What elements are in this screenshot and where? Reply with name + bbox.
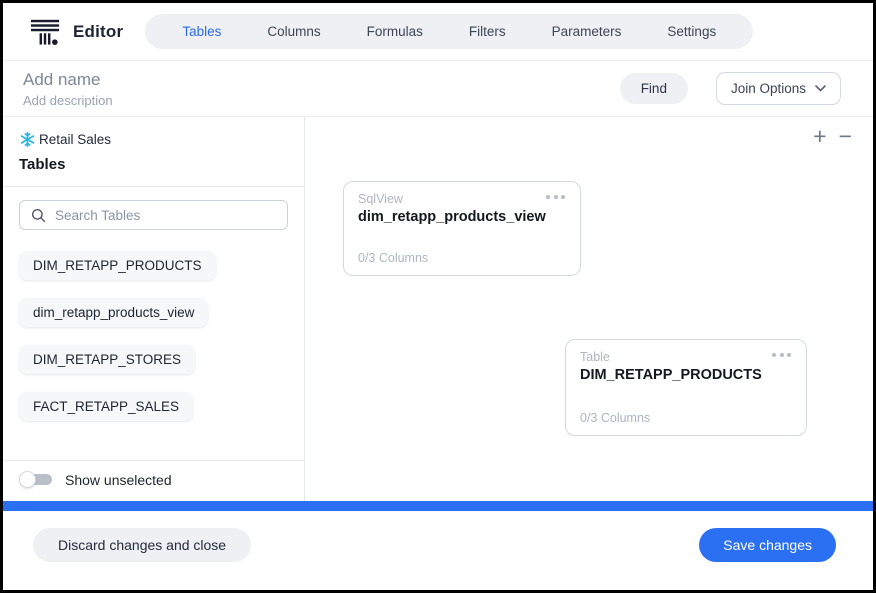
tab-columns[interactable]: Columns (244, 24, 343, 39)
dataset-name-input[interactable]: Add name (23, 70, 113, 90)
join-canvas[interactable]: + − SqlView dim_retapp_products_view 0/3… (305, 117, 873, 501)
discard-changes-button[interactable]: Discard changes and close (33, 528, 251, 562)
search-tables-box (19, 200, 288, 230)
join-options-button[interactable]: Join Options (716, 72, 841, 105)
dataset-name-block: Add name Add description (23, 70, 113, 108)
zoom-in-button[interactable]: + (813, 125, 826, 148)
join-options-label: Join Options (731, 81, 806, 96)
node-title: dim_retapp_products_view (358, 209, 566, 225)
show-unselected-toggle[interactable] (19, 471, 52, 488)
tab-formulas[interactable]: Formulas (344, 24, 446, 39)
tab-settings[interactable]: Settings (644, 24, 739, 39)
show-unselected-row: Show unselected (3, 461, 304, 501)
table-list: DIM_RETAPP_PRODUCTS dim_retapp_products_… (3, 234, 304, 439)
sidebar-section-title: Tables (3, 156, 304, 173)
toggle-knob (19, 471, 36, 488)
dataset-description-input[interactable]: Add description (23, 93, 113, 108)
zoom-controls: + − (813, 125, 852, 148)
tab-filters[interactable]: Filters (446, 24, 529, 39)
find-button[interactable]: Find (620, 73, 688, 104)
top-bar: Editor Tables Columns Formulas Filters P… (3, 3, 873, 61)
save-changes-button[interactable]: Save changes (699, 528, 836, 562)
subheader-actions: Find Join Options (620, 72, 841, 105)
bottom-accent-bar (3, 501, 873, 511)
node-title: DIM_RETAPP_PRODUCTS (580, 367, 792, 383)
table-list-item[interactable]: DIM_RETAPP_PRODUCTS (19, 251, 216, 280)
table-node-sqlview[interactable]: SqlView dim_retapp_products_view 0/3 Col… (343, 181, 581, 276)
tab-tables[interactable]: Tables (159, 24, 244, 39)
footer-bar: Discard changes and close Save changes (3, 511, 873, 590)
connection-row: Retail Sales (3, 131, 304, 148)
table-node-table[interactable]: Table DIM_RETAPP_PRODUCTS 0/3 Columns (565, 339, 807, 436)
tables-sidebar: Retail Sales Tables DIM_RETAPP_PRODUCTS … (3, 117, 305, 501)
main-area: Retail Sales Tables DIM_RETAPP_PRODUCTS … (3, 117, 873, 501)
sidebar-spacer (3, 439, 304, 460)
node-type-label: SqlView (358, 192, 566, 206)
app-title: Editor (73, 22, 123, 42)
snowflake-icon (19, 131, 36, 148)
more-options-icon[interactable] (770, 351, 793, 359)
table-list-item[interactable]: DIM_RETAPP_STORES (19, 345, 195, 374)
sidebar-divider-top (3, 186, 304, 187)
search-icon (31, 208, 46, 223)
show-unselected-label: Show unselected (65, 472, 172, 488)
sigma-logo-icon (30, 17, 60, 47)
connection-name: Retail Sales (39, 132, 111, 147)
chevron-down-icon (815, 85, 826, 92)
node-columns-count: 0/3 Columns (580, 411, 792, 425)
sub-header: Add name Add description Find Join Optio… (3, 61, 873, 117)
search-tables-input[interactable] (55, 208, 276, 223)
editor-tab-bar: Tables Columns Formulas Filters Paramete… (145, 14, 753, 49)
tab-parameters[interactable]: Parameters (529, 24, 645, 39)
table-list-item[interactable]: FACT_RETAPP_SALES (19, 392, 193, 421)
zoom-out-button[interactable]: − (839, 125, 852, 148)
node-type-label: Table (580, 350, 792, 364)
table-list-item[interactable]: dim_retapp_products_view (19, 298, 208, 327)
editor-window: Editor Tables Columns Formulas Filters P… (0, 0, 876, 593)
more-options-icon[interactable] (544, 193, 567, 201)
node-columns-count: 0/3 Columns (358, 251, 566, 265)
